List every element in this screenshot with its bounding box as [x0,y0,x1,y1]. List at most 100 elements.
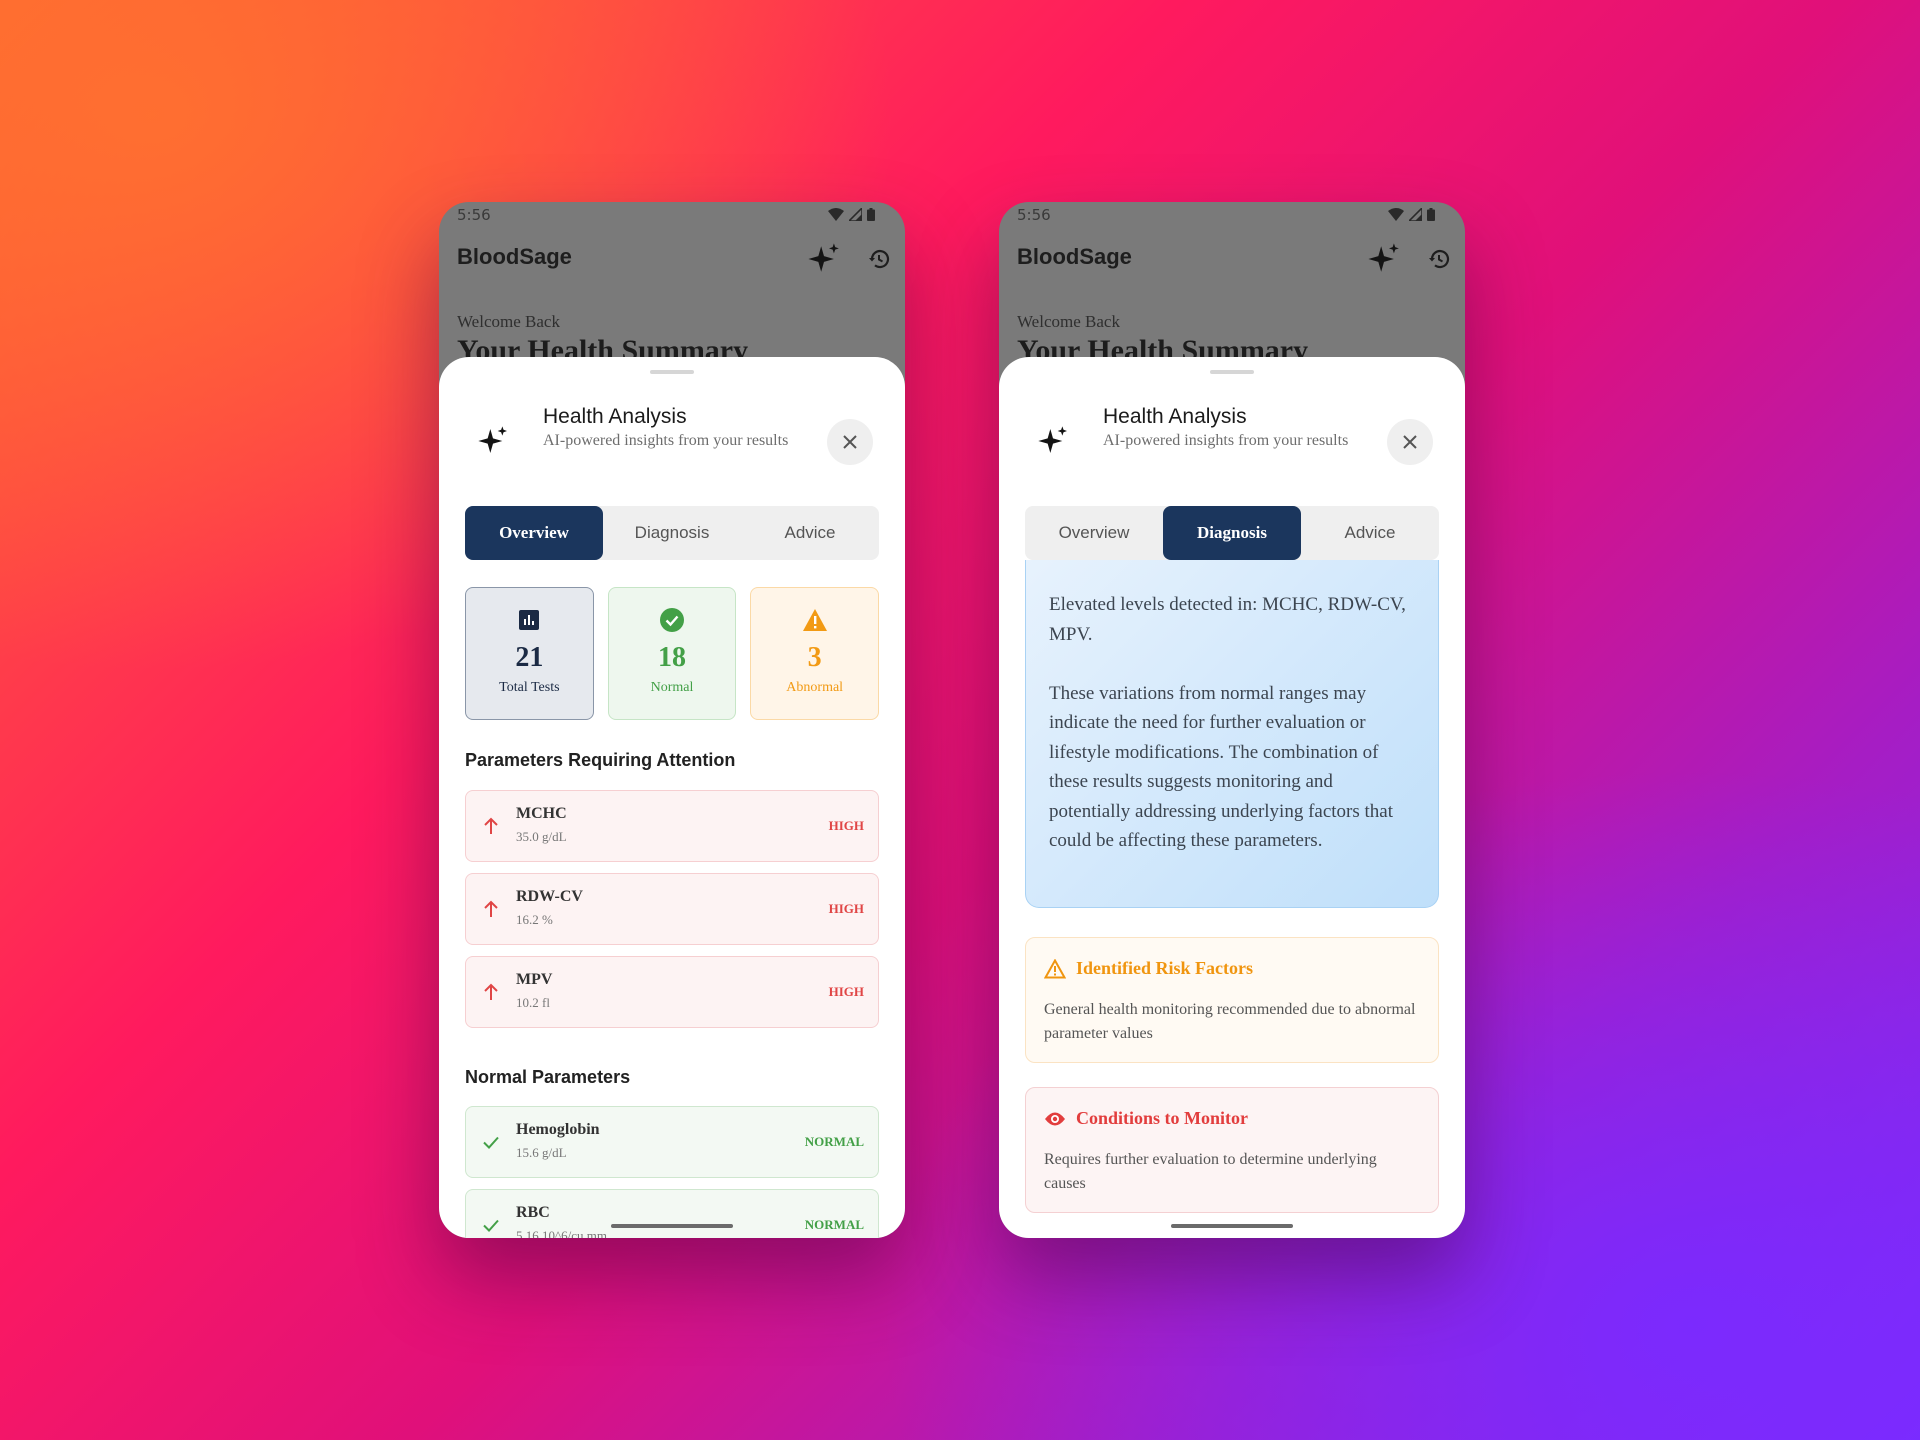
risk-factors-body: General health monitoring recommended du… [1044,1001,1416,1042]
tab-advice[interactable]: Advice [741,506,879,560]
close-button[interactable] [827,419,873,465]
eye-icon [1045,1112,1065,1125]
history-icon [1429,250,1450,269]
sparkle-icon [478,426,507,453]
param-name: RDW-CV [516,888,583,905]
sparkle-icon [1038,426,1067,453]
tab-advice[interactable]: Advice [1301,506,1439,560]
history-button[interactable] [1427,247,1451,275]
health-analysis-sheet: Health Analysis AI-powered insights from… [999,357,1465,1238]
app-title: BloodSage [457,244,572,269]
diagnosis-text: Elevated levels detected in: MCHC, RDW-C… [1049,594,1406,851]
stats-row: 21 Total Tests 18 Normal 3 Abnormal [465,587,880,720]
normal-section-title: Normal Parameters [465,1067,631,1087]
sparkle-icon [1368,243,1399,272]
risk-factors-card: Identified Risk Factors General health m… [1025,937,1439,1063]
app-title: BloodSage [1017,244,1132,269]
status-bar: 5:56 [439,202,905,228]
warning-icon [802,609,827,631]
ai-sparkle-button[interactable] [807,242,841,280]
check-icon [483,1136,499,1149]
status-badge: HIGH [828,984,864,999]
stat-label: Abnormal [786,680,844,695]
check-circle-icon [660,608,684,632]
stat-abnormal: 3 Abnormal [750,587,880,720]
attention-section-title: Parameters Requiring Attention [465,750,736,770]
param-name: MCHC [516,805,567,822]
wifi-icon [828,208,844,221]
stat-label: Normal [650,680,694,695]
status-badge: NORMAL [804,1134,864,1149]
gesture-nav-bar[interactable] [611,1224,733,1228]
sheet-title: Health Analysis [1103,405,1247,428]
stat-value: 3 [807,642,822,673]
conditions-monitor-body: Requires further evaluation to determine… [1044,1151,1377,1192]
list-item[interactable]: Hemoglobin 15.6 g/dL NORMAL [465,1106,879,1178]
status-badge: HIGH [828,901,864,916]
ai-sparkle-button[interactable] [1367,242,1401,280]
history-icon [869,250,890,269]
welcome-label: Welcome Back [457,312,560,331]
param-name: Hemoglobin [516,1121,600,1138]
stat-label: Total Tests [499,680,560,695]
signal-icon [1409,208,1422,221]
wifi-icon [1388,208,1404,221]
history-button[interactable] [867,247,891,275]
status-badge: HIGH [828,818,864,833]
list-item[interactable]: RBC 5.16 10^6/cu.mm NORMAL [465,1189,879,1238]
param-value: 16.2 % [516,912,553,927]
bar-chart-icon [519,610,540,630]
param-value: 10.2 fl [516,995,550,1010]
health-analysis-sheet: Health Analysis AI-powered insights from… [439,357,905,1238]
sheet-drag-handle[interactable] [650,370,694,374]
analysis-tabs: Overview Diagnosis Advice [465,506,879,560]
tab-diagnosis[interactable]: Diagnosis [603,506,741,560]
phone-diagnosis-screen: 5:56 BloodSage Welcome Back Your Health … [999,202,1465,1238]
warning-outline-icon [1044,958,1066,978]
tab-overview[interactable]: Overview [465,506,603,560]
tab-diagnosis[interactable]: Diagnosis [1163,506,1301,560]
battery-icon [867,208,875,221]
signal-icon [849,208,862,221]
param-name: RBC [516,1204,550,1221]
status-time: 5:56 [457,206,491,224]
close-icon [1403,435,1417,449]
param-name: MPV [516,971,553,988]
close-icon [843,435,857,449]
status-time: 5:56 [1017,206,1051,224]
sheet-header: Health Analysis AI-powered insights from… [999,397,1465,477]
welcome-label: Welcome Back [1017,312,1120,331]
phone-overview-screen: 5:56 BloodSage Welcome Back Your Health … [439,202,905,1238]
sheet-subtitle: AI-powered insights from your results [543,432,789,449]
tab-overview[interactable]: Overview [1025,506,1163,560]
diagnosis-summary-card: Elevated levels detected in: MCHC, RDW-C… [1025,560,1439,908]
close-button[interactable] [1387,419,1433,465]
list-item[interactable]: RDW-CV 16.2 % HIGH [465,873,879,945]
stat-total-tests: 21 Total Tests [465,587,594,720]
param-value: 15.6 g/dL [516,1145,567,1160]
attention-list: MCHC 35.0 g/dL HIGH RDW-CV 16.2 % HIGH M… [465,790,879,1039]
stat-normal: 18 Normal [607,587,737,720]
status-bar: 5:56 [999,202,1465,228]
stat-value: 21 [515,642,544,673]
param-value: 35.0 g/dL [516,829,567,844]
param-value: 5.16 10^6/cu.mm [516,1228,607,1238]
arrow-up-icon [484,900,498,917]
analysis-tabs: Overview Diagnosis Advice [1025,506,1439,560]
arrow-up-icon [484,817,498,834]
conditions-monitor-card: Conditions to Monitor Requires further e… [1025,1087,1439,1213]
risk-factors-title: Identified Risk Factors [1076,958,1253,978]
stat-value: 18 [658,642,686,673]
sheet-subtitle: AI-powered insights from your results [1103,432,1349,449]
sheet-drag-handle[interactable] [1210,370,1254,374]
check-icon [483,1219,499,1232]
normal-list: Hemoglobin 15.6 g/dL NORMAL RBC 5.16 10^… [465,1106,879,1238]
sheet-title: Health Analysis [543,405,687,428]
sparkle-icon [808,243,839,272]
battery-icon [1427,208,1435,221]
list-item[interactable]: MPV 10.2 fl HIGH [465,956,879,1028]
arrow-up-icon [484,983,498,1000]
gesture-nav-bar[interactable] [1171,1224,1293,1228]
status-badge: NORMAL [804,1217,864,1232]
list-item[interactable]: MCHC 35.0 g/dL HIGH [465,790,879,862]
